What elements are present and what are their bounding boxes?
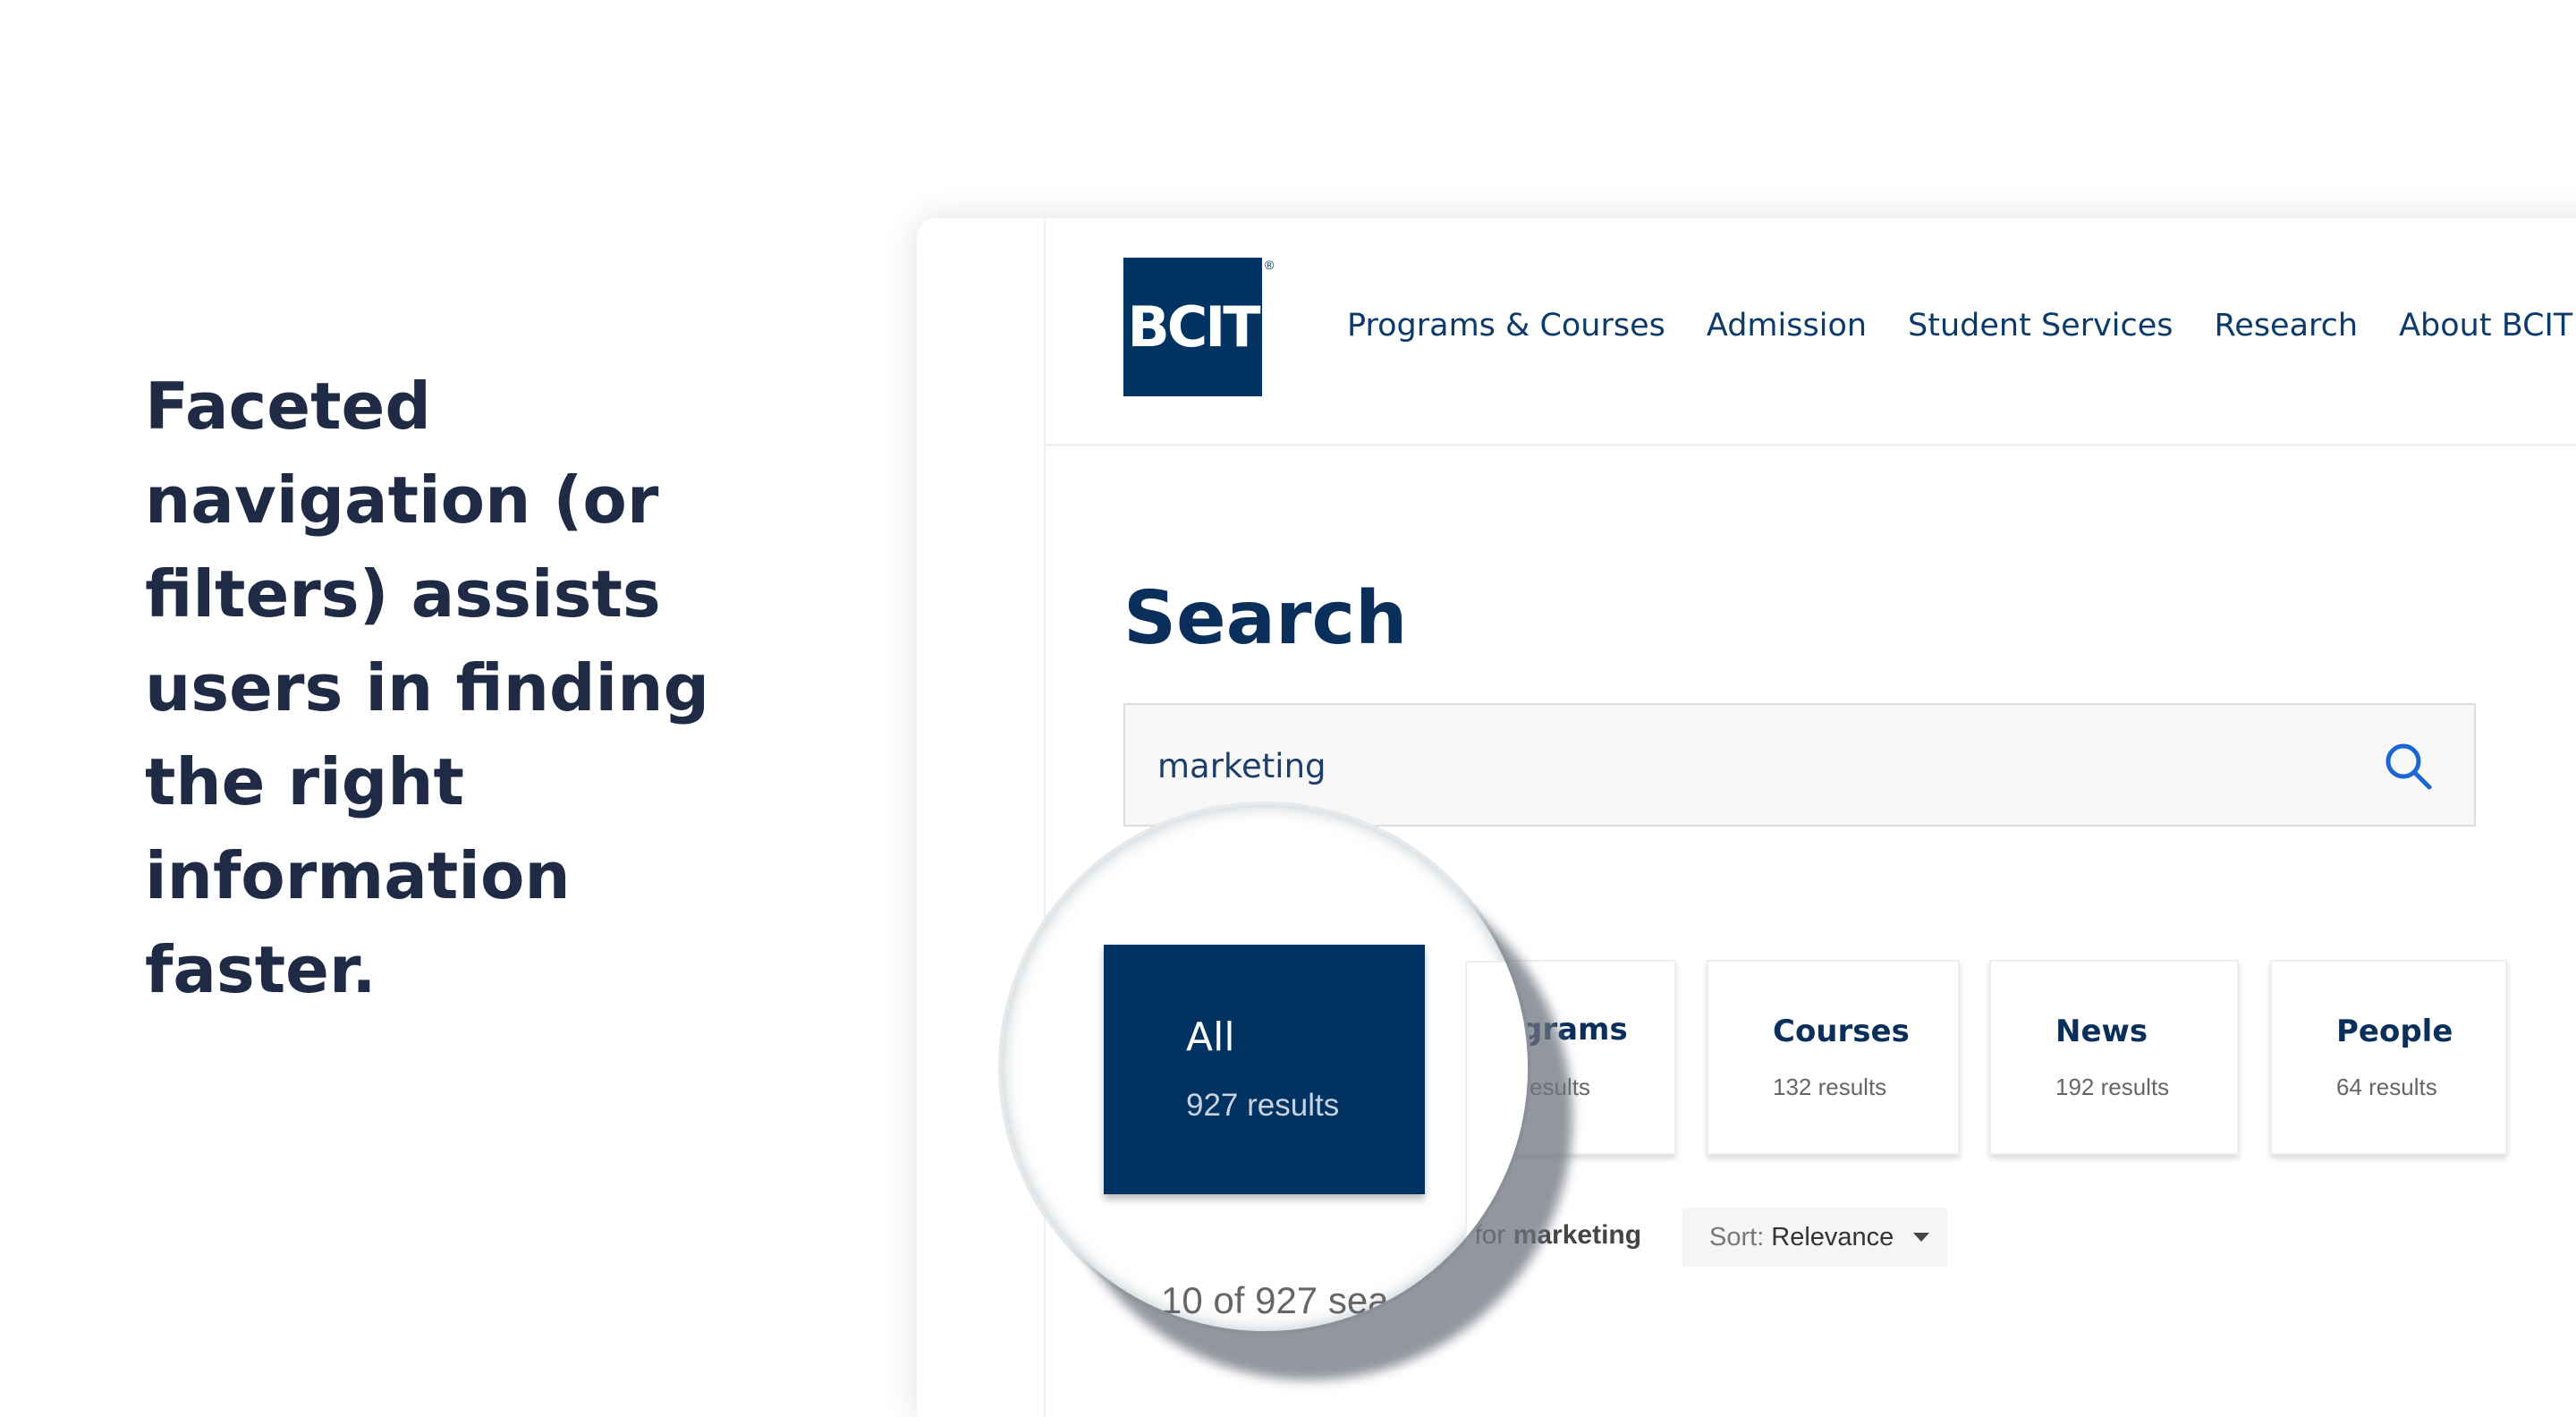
search-input[interactable] — [1156, 705, 2394, 827]
tab-all[interactable]: All 927 results — [1104, 945, 1425, 1194]
tab-count: 927 results — [1186, 1088, 1340, 1123]
nav-programs-courses[interactable]: Programs & Courses — [1347, 308, 1665, 344]
tab-label: grams — [1521, 1012, 1628, 1048]
logo-text: BCIT — [1127, 294, 1260, 360]
page-title: Search — [1123, 576, 1408, 661]
headline: Faceted navigation (or filters) assists … — [145, 369, 710, 1007]
header-divider — [1044, 444, 2576, 446]
tab-label: People — [2336, 1014, 2453, 1049]
magnifier-lens: All 927 results 10 of 927 sea — [1002, 805, 1528, 1331]
tab-label: All — [1186, 1014, 1235, 1060]
tab-news[interactable]: News 192 results — [1989, 960, 2239, 1155]
nav-about-bcit[interactable]: About BCIT — [2399, 308, 2572, 344]
tab-count: 64 results — [2336, 1073, 2437, 1100]
main-nav: Programs & Courses Admission Student Ser… — [1347, 308, 2572, 344]
registered-mark: ® — [1265, 258, 1275, 272]
result-count: 10 of 927 sea — [1161, 1279, 1389, 1321]
programs-card-edge — [1465, 961, 1528, 1251]
tab-count: 192 results — [2055, 1073, 2170, 1100]
search-box — [1123, 703, 2476, 827]
browser-screenshot-frame: BCIT ® Programs & Courses Admission Stud… — [917, 218, 2576, 1417]
nav-student-services[interactable]: Student Services — [1908, 308, 2174, 344]
tab-count: esults — [1530, 1073, 1590, 1100]
nav-admission[interactable]: Admission — [1707, 308, 1867, 344]
sort-dropdown[interactable]: Sort: Relevance — [1682, 1208, 1947, 1267]
search-icon[interactable] — [2383, 741, 2433, 791]
nav-research[interactable]: Research — [2215, 308, 2359, 344]
tab-people[interactable]: People 64 results — [2270, 960, 2507, 1155]
bcit-logo[interactable]: BCIT — [1123, 258, 1262, 396]
sort-value: Relevance — [1771, 1222, 1894, 1252]
sort-label: Sort: — [1709, 1222, 1765, 1252]
tab-courses[interactable]: Courses 132 results — [1707, 960, 1960, 1155]
tab-count: 132 results — [1773, 1073, 1887, 1100]
caret-down-icon — [1913, 1233, 1930, 1242]
tab-label: News — [2055, 1014, 2148, 1049]
left-gutter — [917, 218, 1046, 1417]
tab-label: Courses — [1773, 1014, 1910, 1049]
results-query: marketing — [1513, 1220, 1642, 1250]
